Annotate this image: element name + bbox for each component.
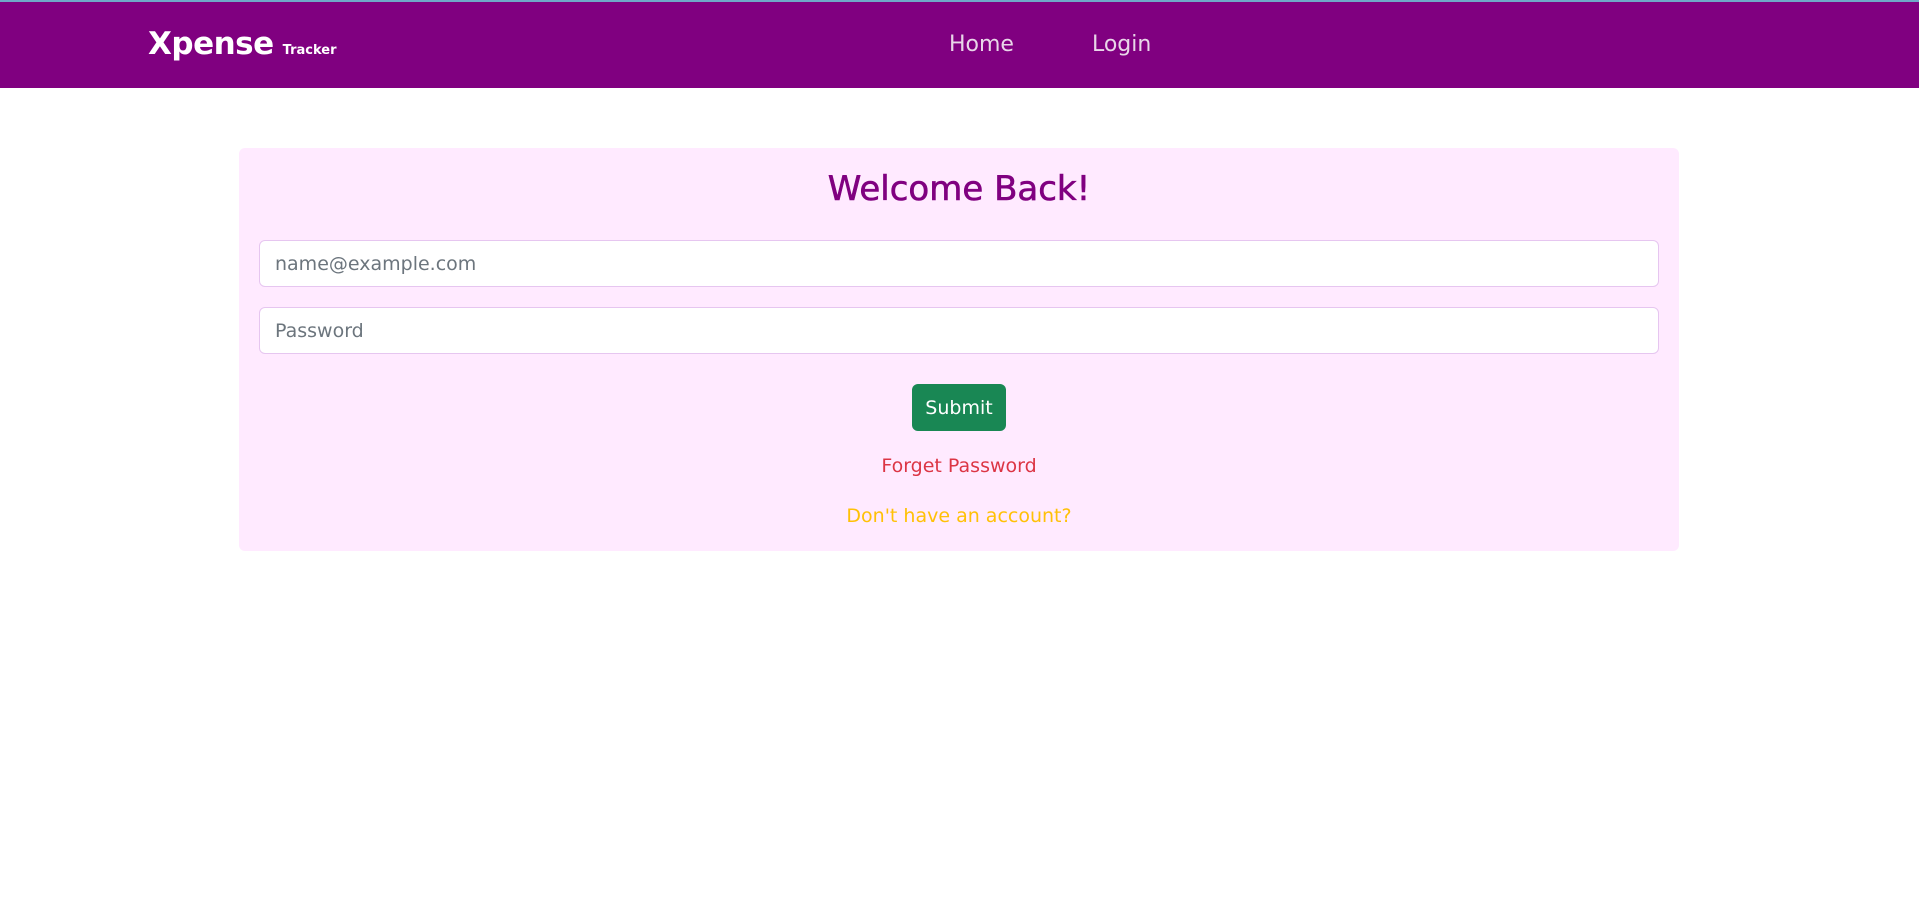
nav-links: Home Login xyxy=(949,32,1151,57)
brand-logo[interactable]: Xpense Tracker xyxy=(148,26,337,62)
brand-name: Xpense xyxy=(148,26,274,62)
forgot-password-link[interactable]: Forget Password xyxy=(881,455,1036,477)
page-title: Welcome Back! xyxy=(827,169,1091,210)
nav-link-login[interactable]: Login xyxy=(1092,32,1151,57)
brand-subtitle: Tracker xyxy=(282,43,337,58)
forgot-password-row: Forget Password xyxy=(239,455,1679,477)
login-card: Welcome Back! Submit Forget Password Don… xyxy=(239,148,1679,551)
password-input[interactable] xyxy=(259,307,1659,354)
signup-row: Don't have an account? xyxy=(239,505,1679,527)
nav-link-home[interactable]: Home xyxy=(949,32,1014,57)
signup-link[interactable]: Don't have an account? xyxy=(846,505,1071,527)
submit-button[interactable]: Submit xyxy=(912,384,1006,431)
top-navbar: Xpense Tracker Home Login xyxy=(0,0,1919,88)
email-input[interactable] xyxy=(259,240,1659,287)
